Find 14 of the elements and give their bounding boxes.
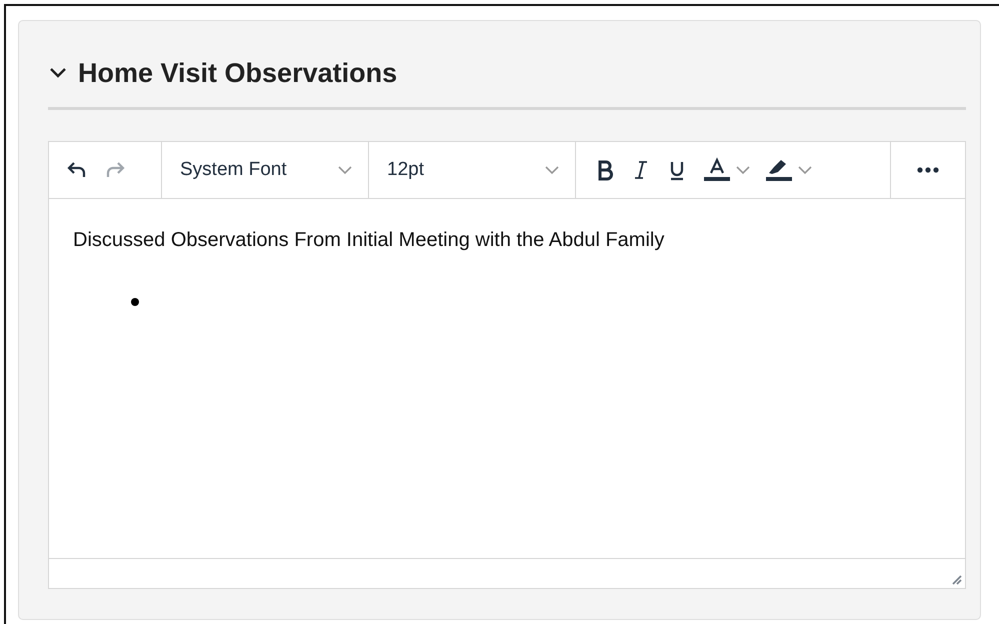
bullet-icon [131,298,139,306]
resize-handle-icon[interactable] [950,573,962,585]
paragraph-text: Discussed Observations From Initial Meeting with the Abdul Family [73,229,666,252]
section-title: Home Visit Observations [78,58,398,88]
caret-icon [338,165,352,175]
font-family-select[interactable]: System Font [162,142,369,198]
marker-icon [764,157,794,183]
editor-content[interactable]: Discussed Observations From Initial Meeting with the Abdul Family [49,199,965,558]
more-icon [916,166,940,174]
caret-icon [545,165,559,175]
text-color-icon [702,157,732,183]
caret-icon [798,165,812,175]
font-size-select[interactable]: 12pt [369,142,576,198]
caret-icon [736,165,750,175]
